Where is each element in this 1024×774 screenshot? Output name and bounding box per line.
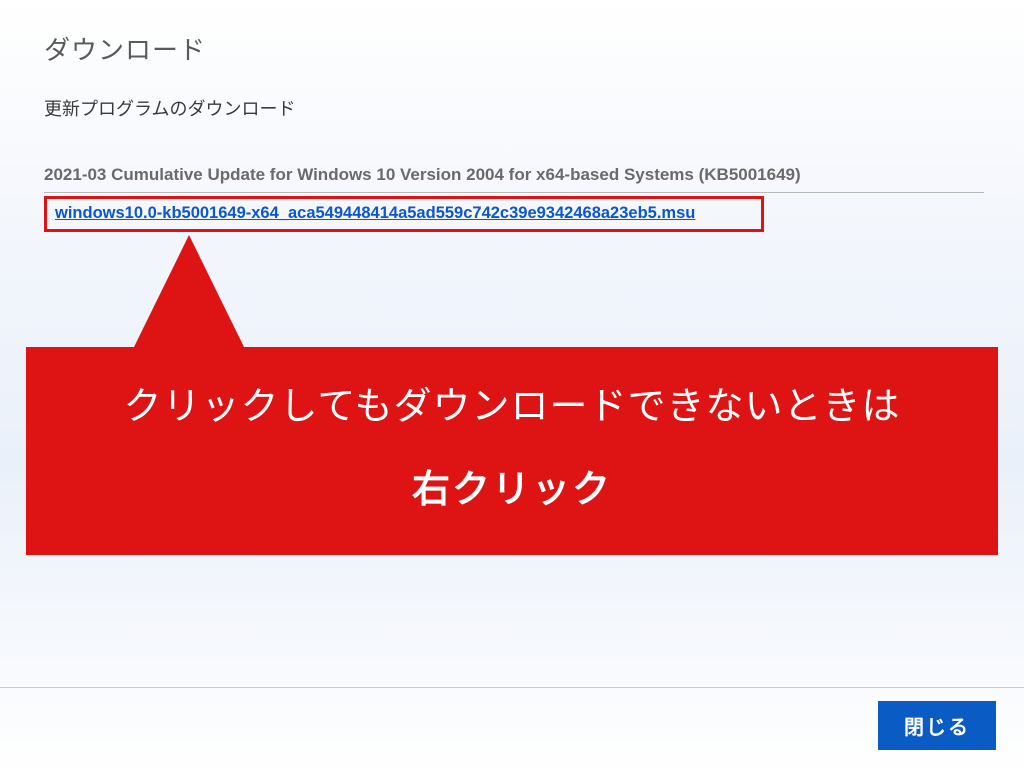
callout-box: クリックしてもダウンロードできないときは 右クリック xyxy=(26,347,998,555)
highlight-box: windows10.0-kb5001649-x64_aca549448414a5… xyxy=(44,196,764,232)
page-title: ダウンロード xyxy=(44,30,984,67)
update-name-heading: 2021-03 Cumulative Update for Windows 10… xyxy=(44,165,984,193)
annotation-callout: クリックしてもダウンロードできないときは 右クリック xyxy=(26,235,998,555)
callout-text-line2: 右クリック xyxy=(46,458,978,513)
footer-divider xyxy=(0,687,1024,688)
main-content: ダウンロード 更新プログラムのダウンロード 2021-03 Cumulative… xyxy=(0,0,1024,232)
page-subtitle: 更新プログラムのダウンロード xyxy=(44,95,984,121)
close-button[interactable]: 閉じる xyxy=(878,701,996,750)
download-file-link[interactable]: windows10.0-kb5001649-x64_aca549448414a5… xyxy=(55,204,695,222)
callout-pointer-triangle xyxy=(134,235,244,347)
callout-text-line1: クリックしてもダウンロードできないときは xyxy=(46,375,978,430)
